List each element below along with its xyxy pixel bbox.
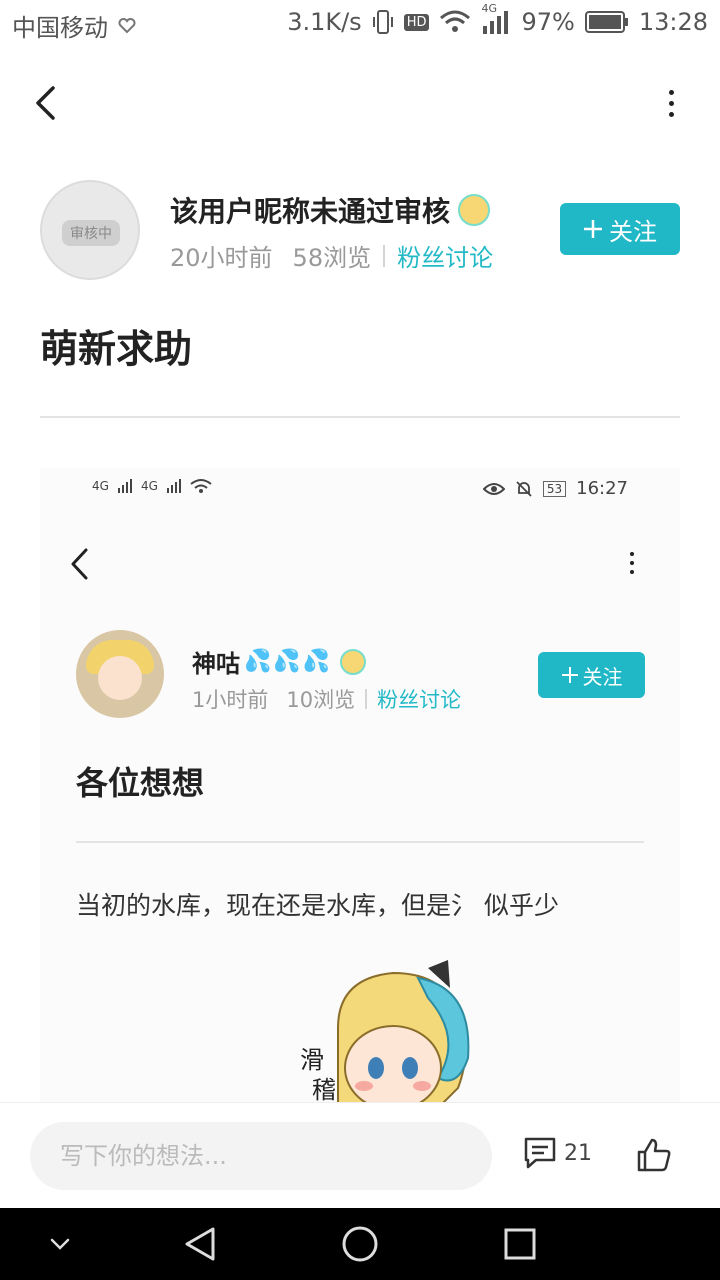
triangle-back-icon bbox=[185, 1227, 215, 1261]
hd-badge: HD bbox=[403, 13, 430, 31]
signal-icon bbox=[166, 479, 181, 493]
level-badge-icon bbox=[458, 194, 491, 226]
signal-icon bbox=[117, 479, 132, 493]
title-divider bbox=[40, 416, 680, 418]
embedded-signal-2-label: 4G bbox=[140, 479, 158, 493]
meta-divider bbox=[365, 689, 368, 709]
embedded-divider bbox=[76, 841, 644, 843]
chevron-down-icon bbox=[50, 1238, 70, 1250]
sweat-drops-emoji: 💦💦💦 bbox=[244, 649, 333, 674]
nav-back-button[interactable] bbox=[180, 1224, 220, 1264]
section-link[interactable]: 粉丝讨论 bbox=[397, 238, 493, 273]
embedded-author-avatar bbox=[76, 630, 164, 718]
comment-icon bbox=[524, 1137, 556, 1169]
back-arrow-icon bbox=[71, 548, 88, 580]
embedded-author-name: 神咕 bbox=[192, 650, 240, 678]
embedded-author-name-row: 神咕 💦💦💦 bbox=[192, 644, 367, 679]
embedded-post-body: 当初的水库，现在还是水库，但是氵 似乎少 bbox=[76, 891, 559, 920]
sticker-text-1: 滑 bbox=[300, 1046, 324, 1074]
mute-bell-icon bbox=[516, 480, 532, 497]
follow-button[interactable]: 关注 bbox=[560, 203, 680, 255]
author-row: 审核中 该用户昵称未通过审核 20小时前 58浏览 粉丝讨论 关注 bbox=[40, 180, 680, 280]
cellular-signal-icon: 4G bbox=[481, 2, 511, 34]
heart-rate-icon bbox=[118, 17, 136, 35]
eye-icon bbox=[482, 482, 505, 495]
wifi-icon bbox=[439, 10, 471, 34]
post-title: 萌新求助 bbox=[40, 327, 193, 371]
follow-label: 关注 bbox=[609, 217, 657, 246]
comment-count: 21 bbox=[564, 1140, 592, 1166]
embedded-post-time: 1小时前 bbox=[192, 688, 269, 712]
avatar-review-badge: 审核中 bbox=[62, 220, 120, 246]
embedded-post-views: 10浏览 bbox=[286, 688, 356, 712]
post-time: 20小时前 bbox=[170, 244, 273, 272]
clock: 13:28 bbox=[638, 8, 708, 36]
more-options-icon bbox=[628, 552, 636, 576]
thumbs-up-icon bbox=[637, 1138, 671, 1172]
embedded-status-bar: 4G 4G 53 16:27 bbox=[40, 468, 680, 512]
comments-button[interactable]: 21 bbox=[522, 1135, 592, 1171]
embedded-signal-1-label: 4G bbox=[92, 479, 109, 493]
back-button[interactable] bbox=[22, 80, 68, 126]
more-options-button[interactable] bbox=[656, 80, 686, 126]
battery-percent: 97% bbox=[521, 8, 575, 36]
network-type-label: 4G bbox=[481, 2, 498, 15]
embedded-follow-button: 关注 bbox=[538, 652, 645, 698]
post-views: 58浏览 bbox=[292, 244, 372, 272]
embedded-post-meta: 1小时前 10浏览 粉丝讨论 bbox=[192, 684, 461, 714]
wifi-icon bbox=[190, 479, 212, 493]
author-name[interactable]: 该用户昵称未通过审核 bbox=[170, 190, 450, 230]
more-dot-icon bbox=[668, 100, 674, 106]
nav-recents-button[interactable] bbox=[500, 1224, 540, 1264]
embedded-follow-label: 关注 bbox=[582, 664, 623, 689]
embedded-clock: 16:27 bbox=[576, 478, 628, 499]
carrier-label: 中国移动 bbox=[12, 14, 108, 42]
status-bar: 中国移动 3.1K/s HD 4G 97% 13:28 bbox=[0, 0, 720, 50]
top-nav bbox=[0, 60, 720, 150]
like-button[interactable] bbox=[636, 1137, 672, 1173]
nav-home-button[interactable] bbox=[340, 1224, 380, 1264]
level-badge-icon bbox=[340, 648, 367, 675]
embedded-post-title: 各位想想 bbox=[76, 764, 205, 802]
sticker-image: 滑 稽 bbox=[300, 960, 470, 1102]
meta-divider bbox=[383, 244, 386, 267]
post-meta: 20小时前 58浏览 粉丝讨论 bbox=[170, 238, 493, 273]
embedded-section-link: 粉丝讨论 bbox=[377, 688, 462, 712]
comment-input[interactable] bbox=[30, 1122, 492, 1190]
embedded-battery: 53 bbox=[542, 480, 567, 497]
battery-icon bbox=[584, 11, 629, 33]
comment-bar: 21 bbox=[0, 1102, 720, 1208]
square-recents-icon bbox=[504, 1228, 536, 1260]
author-avatar[interactable]: 审核中 bbox=[40, 180, 140, 280]
sticker-text-2: 稽 bbox=[312, 1076, 336, 1102]
more-dot-icon bbox=[668, 111, 674, 117]
plus-icon bbox=[584, 220, 602, 238]
system-nav-bar bbox=[0, 1208, 720, 1280]
embedded-screenshot[interactable]: 4G 4G 53 16:27 神咕 💦💦💦 1小时前 10浏览 粉丝讨论 关注 bbox=[40, 468, 680, 1102]
net-speed-label: 3.1K/s bbox=[287, 8, 362, 36]
back-arrow-icon bbox=[36, 86, 55, 120]
vibrate-icon bbox=[372, 9, 394, 35]
more-dot-icon bbox=[668, 89, 674, 95]
plus-icon bbox=[561, 667, 578, 683]
hide-nav-button[interactable] bbox=[40, 1224, 80, 1264]
author-name-row: 该用户昵称未通过审核 bbox=[170, 190, 491, 230]
circle-home-icon bbox=[342, 1226, 378, 1262]
